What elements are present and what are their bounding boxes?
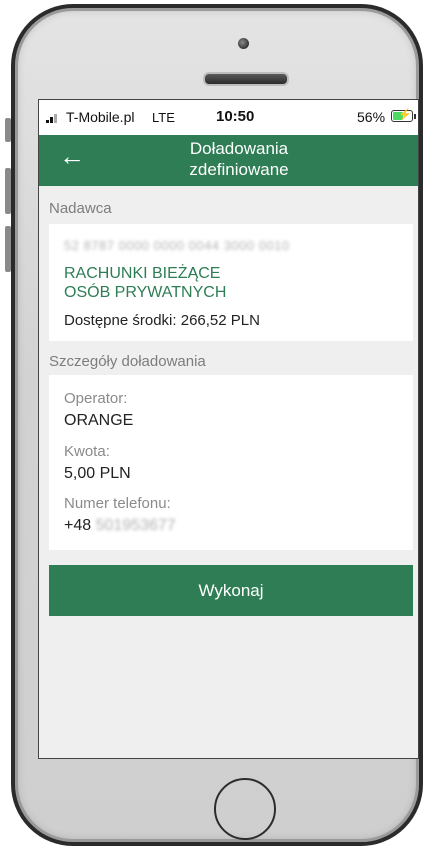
operator-value: ORANGE [64,412,134,429]
volume-up-button [5,168,11,214]
phone-value: +48 501953677 [64,517,176,535]
earpiece-speaker [203,72,289,86]
app-screen: T-Mobile.pl LTE 10:50 56% ⚡ ← Doładowani… [38,99,419,759]
front-camera [238,38,249,49]
volume-down-button [5,226,11,272]
operator-label: Operator: [64,390,128,407]
phone-label: Numer telefonu: [64,495,171,512]
account-name: RACHUNKI BIEŻĄCE OSÓB PRYWATNYCH [64,264,226,302]
carrier-name: T-Mobile.pl [66,109,135,125]
arrow-left-icon[interactable]: ← [59,141,85,171]
mute-switch [5,118,11,142]
phone-number: 501953677 [95,517,176,534]
clock: 10:50 [216,108,255,125]
status-bar: T-Mobile.pl LTE 10:50 56% ⚡ [39,100,418,135]
sender-account-card[interactable]: 52 8787 0000 0000 0044 3000 0010 RACHUNK… [49,224,413,341]
account-name-line1: RACHUNKI BIEŻĄCE [64,265,221,282]
battery-icon: ⚡ [391,109,413,122]
battery-tip [414,114,416,119]
account-number: 52 8787 0000 0000 0044 3000 0010 [64,238,290,253]
home-button[interactable] [214,778,276,840]
phone-prefix: +48 [64,517,92,534]
account-name-line2: OSÓB PRYWATNYCH [64,284,227,301]
topup-details-card: Operator: ORANGE Kwota: 5,00 PLN Numer t… [49,375,413,550]
battery-percent: 56% [357,109,386,125]
page-title-line2: zdefiniowane [189,160,289,179]
details-section-label: Szczegóły doładowania [49,353,206,370]
app-header: ← Doładowania zdefiniowane [39,135,418,186]
signal-icon [46,113,60,123]
sender-section-label: Nadawca [49,200,112,217]
amount-label: Kwota: [64,443,110,460]
execute-button[interactable]: Wykonaj [49,565,413,616]
amount-value: 5,00 PLN [64,465,131,482]
network-type: LTE [152,110,175,125]
page-title: Doładowania zdefiniowane [119,138,359,180]
available-funds: Dostępne środki: 266,52 PLN [64,312,260,329]
page-title-line1: Doładowania [189,139,289,158]
